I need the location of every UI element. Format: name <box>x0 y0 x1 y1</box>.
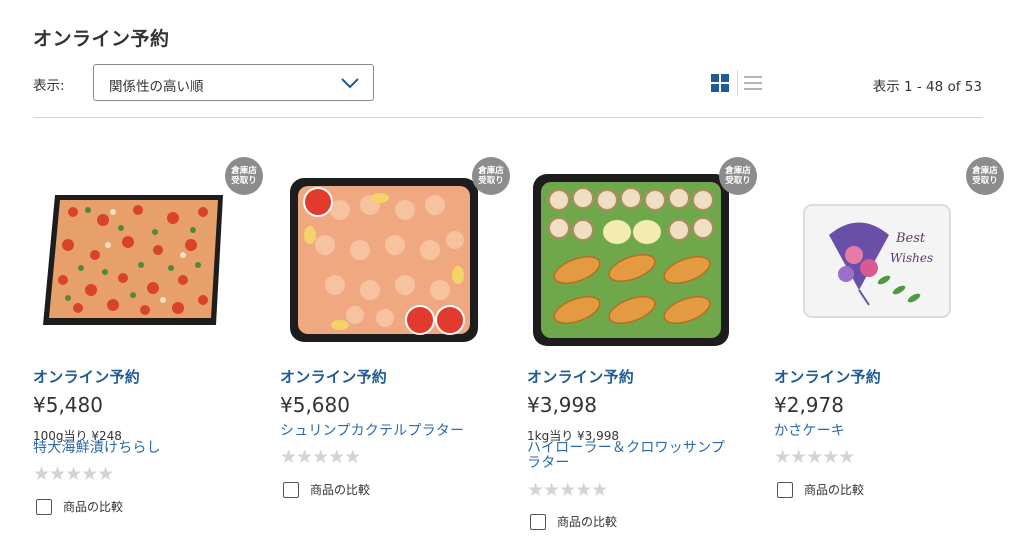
rating-stars: ★★★★★ <box>280 446 361 468</box>
product-name-link[interactable]: 特大海鮮漬けちらし <box>33 441 253 456</box>
compare-checkbox[interactable]: 商品の比較 <box>777 481 864 498</box>
svg-text:Wishes: Wishes <box>890 251 933 265</box>
sort-dropdown-value: 関係性の高い順 <box>109 79 204 95</box>
checkbox-box[interactable] <box>530 513 546 530</box>
list-view-icon[interactable] <box>744 76 762 90</box>
page-title: オンライン予約 <box>33 28 170 50</box>
chevron-down-icon <box>341 78 359 89</box>
compare-label: 商品の比較 <box>310 483 371 497</box>
product-image[interactable]: Best Wishes 倉庫店 受取り <box>774 150 1004 350</box>
rating-stars: ★★★★★ <box>33 463 114 485</box>
svg-text:Best: Best <box>895 231 926 246</box>
product-name-link[interactable]: シュリンプカクテルプラター <box>280 424 500 439</box>
product-image[interactable]: 倉庫店 受取り <box>280 150 510 350</box>
compare-checkbox[interactable]: 商品の比較 <box>283 481 370 498</box>
product-price: ¥3,998 <box>527 393 597 417</box>
view-toggle-divider <box>737 70 738 96</box>
product-tag: オンライン予約 <box>280 368 388 386</box>
product-price: ¥5,480 <box>33 393 103 417</box>
compare-label: 商品の比較 <box>63 500 124 514</box>
checkbox-box[interactable] <box>283 481 299 498</box>
product-price: ¥2,978 <box>774 393 844 417</box>
result-count: 表示 1 - 48 of 53 <box>872 79 982 95</box>
warehouse-pickup-badge: 倉庫店 受取り <box>966 157 1004 195</box>
product-card: 倉庫店 受取り オンライン予約 ¥5,680 シュリンプカクテルプラター ★★★★… <box>280 150 510 550</box>
compare-label: 商品の比較 <box>557 515 618 529</box>
sort-dropdown[interactable]: 関係性の高い順 <box>93 64 374 101</box>
compare-label: 商品の比較 <box>804 483 865 497</box>
compare-checkbox[interactable]: 商品の比較 <box>36 498 123 515</box>
compare-checkbox[interactable]: 商品の比較 <box>530 513 617 530</box>
checkbox-box[interactable] <box>777 481 793 498</box>
product-tag: オンライン予約 <box>527 368 635 386</box>
grid-view-icon[interactable] <box>711 74 729 92</box>
product-card: 倉庫店 受取り オンライン予約 ¥3,998 1kg当り ¥3,998 ハイローラ… <box>527 150 757 550</box>
warehouse-pickup-badge: 倉庫店 受取り <box>719 157 757 195</box>
product-card: 倉庫店 受取り オンライン予約 ¥5,480 100g当り ¥248 特大海鮮漬け… <box>33 150 263 550</box>
product-price: ¥5,680 <box>280 393 350 417</box>
product-tag: オンライン予約 <box>33 368 141 386</box>
warehouse-pickup-badge: 倉庫店 受取り <box>225 157 263 195</box>
warehouse-pickup-badge: 倉庫店 受取り <box>472 157 510 195</box>
rating-stars: ★★★★★ <box>527 479 608 501</box>
product-image[interactable]: 倉庫店 受取り <box>527 150 757 350</box>
product-card: Best Wishes 倉庫店 受取り オンライン予約 ¥2,978 かさケーキ … <box>774 150 1004 550</box>
sort-label: 表示: <box>33 78 65 94</box>
product-name-link[interactable]: かさケーキ <box>774 424 994 439</box>
rating-stars: ★★★★★ <box>774 446 855 468</box>
product-image[interactable]: 倉庫店 受取り <box>33 150 263 350</box>
product-tag: オンライン予約 <box>774 368 882 386</box>
checkbox-box[interactable] <box>36 498 52 515</box>
product-name-link[interactable]: ハイローラー＆クロワッサンプラター <box>527 441 727 471</box>
toolbar-divider <box>33 117 983 118</box>
